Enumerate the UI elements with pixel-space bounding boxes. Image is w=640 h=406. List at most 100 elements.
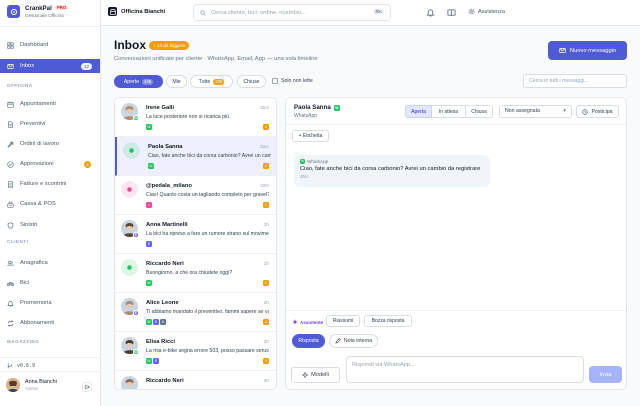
channel-tag: E	[153, 358, 159, 364]
notifications-button[interactable]	[426, 8, 435, 17]
calendar-icon	[7, 101, 14, 108]
conversation-time: 2h	[263, 222, 269, 227]
sparkle-icon	[292, 319, 298, 325]
sidebar-item-anagrafica[interactable]: Anagrafica	[0, 256, 101, 270]
conversation-row[interactable]: Paola Sanna 32m Ciao, fate anche bici da c…	[115, 137, 276, 176]
status-waiting-button[interactable]: In attesa	[432, 105, 466, 118]
sidebar-item-label: Ordini di lavoro	[20, 141, 59, 147]
conversation-preview: La luce posteriore non si ricarica più	[146, 114, 230, 120]
unread-only-toggle[interactable]: Solo non lette	[272, 78, 313, 84]
conversation-preview: La mia e-bike segna errore 503, posso pa…	[146, 348, 269, 354]
bike-icon	[7, 280, 14, 287]
conversation-row[interactable]: Riccardo Neri 2h Buongiorno, a che ora chi…	[115, 254, 276, 293]
mail-icon	[7, 63, 14, 70]
conversation-row[interactable]: W Irene Galli 31m La luce posteriore non si…	[115, 98, 276, 137]
postpone-button[interactable]: Posticipa	[576, 105, 619, 118]
unread-only-checkbox[interactable]	[272, 78, 278, 84]
version: v0.6.9	[7, 363, 35, 369]
tab-reply[interactable]: Risposta	[292, 334, 325, 348]
channel-icon: W	[133, 115, 139, 121]
tab-internal-note[interactable]: Nota interna	[329, 334, 378, 348]
conversation-name: @pedala_milano	[146, 183, 192, 189]
contact-channel: WhatsApp	[294, 113, 318, 119]
sidebar-section-label: OFFICINA	[7, 83, 33, 88]
sparkle-icon	[302, 372, 309, 378]
document-icon	[7, 120, 14, 128]
channel-tags: E	[146, 241, 152, 247]
sidebar-item-inbox[interactable]: Inbox 12	[0, 59, 100, 73]
inbox-count-badge: 12	[81, 63, 92, 70]
check-circle-icon	[7, 160, 14, 168]
filter-tab-tutte[interactable]: Tutte 245	[190, 75, 233, 88]
register-icon	[7, 201, 14, 208]
conversation-time: 2h	[263, 339, 269, 344]
sidebar-item-bici[interactable]: Bici	[0, 276, 101, 290]
branch-icon	[7, 363, 13, 369]
sidebar-item-sinistri[interactable]: Sinistri	[0, 218, 101, 232]
docs-button[interactable]	[447, 8, 456, 17]
filter-tab-label: Tutte	[198, 78, 211, 85]
global-search-input[interactable]: Cerca cliente, bici, ordine, ricambio...…	[193, 4, 391, 21]
filter-tab-label: Mie	[172, 78, 181, 85]
pencil-icon	[335, 338, 341, 344]
conversation-row[interactable]: Riccardo Neri 3h	[115, 371, 276, 389]
postpone-label: Posticipa	[591, 108, 613, 115]
filter-tab-mie[interactable]: Mie	[166, 75, 187, 88]
brand-name: CrankPal PRO	[25, 5, 69, 12]
channel-tags: WEA	[146, 319, 166, 325]
unread-badge: + 14 da leggere	[149, 41, 190, 50]
sidebar-item-ordini-di-lavoro[interactable]: Ordini di lavoro	[0, 137, 101, 151]
conversation-row[interactable]: E Anna Martinelli 2h La bici ha ripreso a f…	[115, 215, 276, 254]
message-text: Ciao, fate anche bici da corsa carbonio?…	[300, 166, 481, 172]
assistance-button[interactable]: Assistenza	[468, 8, 505, 15]
summarize-button[interactable]: Riassumi	[326, 315, 360, 327]
channel-tag: E	[146, 241, 152, 247]
conversation-name: Paola Sanna	[148, 144, 183, 150]
channel-tags: W	[146, 280, 152, 286]
sidebar-item-fatture-e-scontrini[interactable]: Fatture e scontrini	[0, 177, 101, 191]
version-label: v0.6.9	[17, 363, 36, 369]
conversation-name: Anna Martinelli	[146, 222, 188, 228]
contact-name[interactable]: Paola Sanna W	[294, 104, 340, 111]
sidebar-item-approvazioni[interactable]: Approvazioni 3	[0, 157, 101, 171]
book-icon	[447, 9, 456, 17]
mail-icon	[559, 48, 566, 53]
sidebar-section-label: CLIENTI	[7, 239, 29, 244]
channel-icon: W	[133, 349, 139, 355]
conversation-row[interactable]: W Elisa Ricci 2h La mia e-bike segna errore…	[115, 332, 276, 371]
unread-count: 1	[263, 280, 269, 286]
sidebar-item-abbonamenti[interactable]: Abbonamenti	[0, 316, 101, 330]
send-button[interactable]: Invia	[589, 366, 622, 383]
sidebar-item-dashboard[interactable]: Dashboard	[0, 38, 101, 52]
workshop-switcher[interactable]: Officina Bianchi	[108, 7, 165, 16]
channel-tag: I	[146, 202, 152, 208]
new-message-button[interactable]: Nuovo messaggio	[548, 41, 627, 60]
add-label-button[interactable]: + Etichetta	[292, 130, 329, 142]
draft-reply-button[interactable]: Bozza risposta	[364, 315, 412, 327]
reply-input[interactable]: Rispondi via WhatsApp...	[346, 356, 584, 383]
assignee-select[interactable]: Non assegnata ▾	[499, 105, 572, 118]
approvals-badge: 3	[84, 160, 91, 168]
page-title: Inbox	[114, 38, 146, 52]
sidebar-item-cassa-pos[interactable]: Cassa & POS	[0, 197, 101, 211]
conversation-time: 32m	[260, 144, 269, 149]
user-profile[interactable]: Anna Bianchi Admin	[6, 378, 57, 392]
logout-button[interactable]	[82, 382, 92, 392]
message-search-input[interactable]: Cerca in tutti i messaggi...	[523, 74, 627, 88]
conversation-row[interactable]: E Alice Leone 2h Ti abbiamo mandato il prev…	[115, 293, 276, 332]
sidebar-item-appuntamenti[interactable]: Appuntamenti	[0, 97, 101, 111]
sidebar-item-promemoria[interactable]: Promemoria	[0, 296, 101, 310]
status-closed-button[interactable]: Chiusa	[466, 105, 493, 118]
sidebar-item-label: Bici	[20, 280, 30, 286]
filter-tab-chiuse[interactable]: Chiuse	[237, 75, 266, 88]
status-open-button[interactable]: Aperta	[405, 105, 432, 118]
filter-tab-aperte[interactable]: Aperte 245	[114, 75, 163, 88]
conversation-row[interactable]: @pedala_milano 32m Ciao! Quanto costa un t…	[115, 176, 276, 215]
brand[interactable]: CrankPal PRO Gestionale Officina	[7, 5, 69, 18]
chevron-down-icon: ▾	[563, 108, 566, 114]
sidebar-item-preventivi[interactable]: Preventivi	[0, 117, 101, 131]
sidebar-divider	[0, 357, 101, 358]
templates-button[interactable]: Modelli	[291, 367, 340, 383]
sidebar-item-label: Fatture e scontrini	[20, 181, 67, 187]
conversation-panel: Paola Sanna W WhatsApp Aperta In attesa …	[285, 97, 627, 390]
